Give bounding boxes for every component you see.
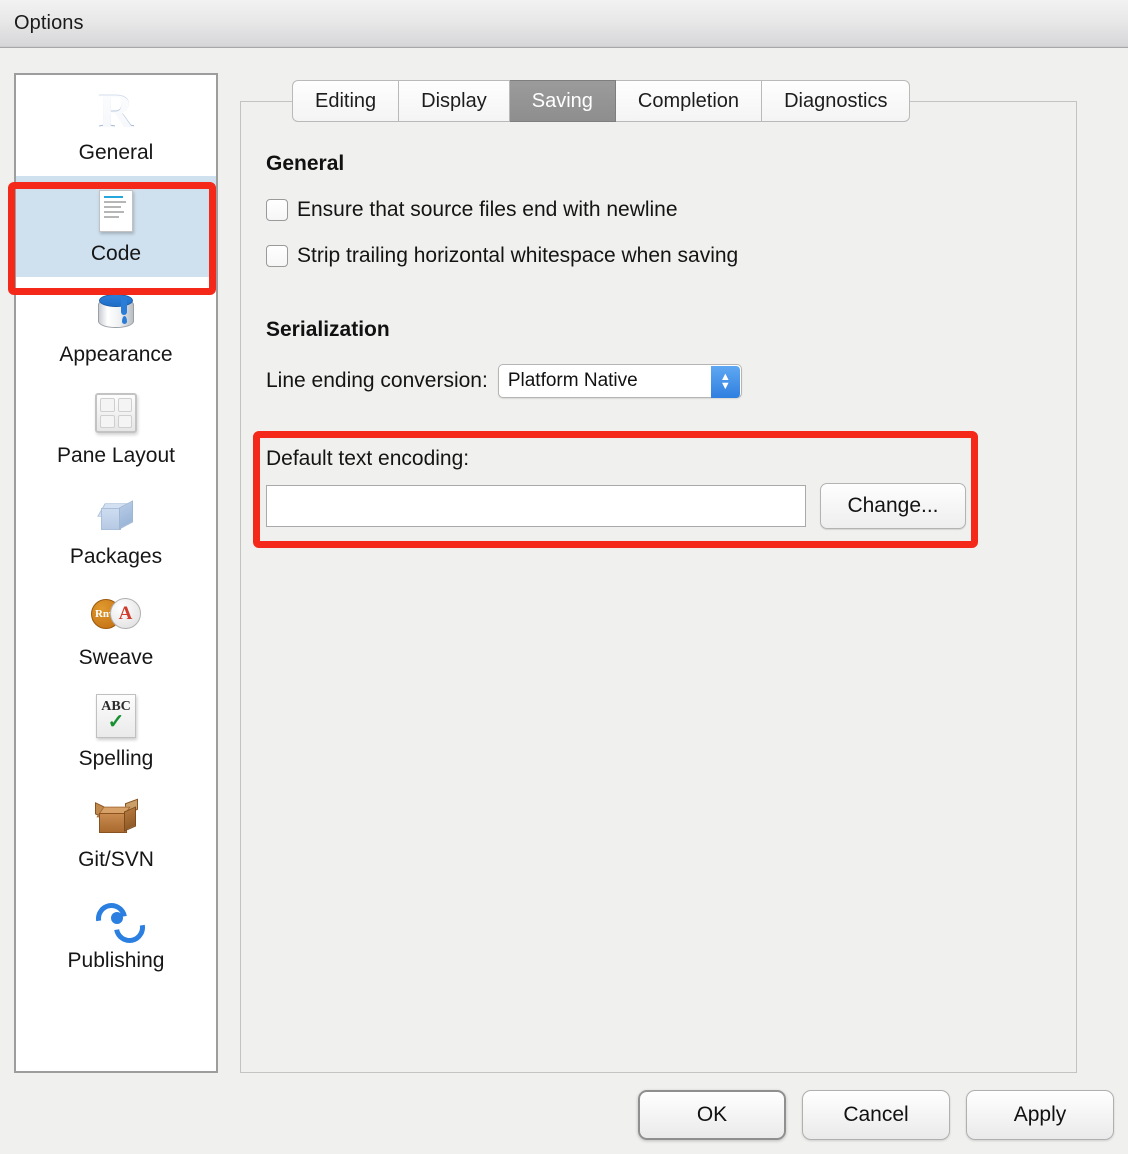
open-box-icon — [87, 788, 145, 846]
check-glyph: ✓ — [97, 712, 135, 732]
sidebar-item-code[interactable]: Code — [16, 176, 216, 277]
sidebar-item-publishing[interactable]: Publishing — [16, 883, 216, 984]
abc-check-icon: ABC ✓ — [87, 687, 145, 745]
sidebar-item-appearance[interactable]: Appearance — [16, 277, 216, 378]
checkbox-label: Ensure that source files end with newlin… — [297, 198, 678, 222]
apply-button[interactable]: Apply — [966, 1090, 1114, 1140]
general-section-heading: General — [266, 152, 1056, 176]
r-logo-icon: R — [87, 81, 145, 139]
pane-grid-icon — [87, 384, 145, 442]
paint-can-icon — [87, 283, 145, 341]
default-encoding-group: Default text encoding: Change... — [266, 447, 966, 529]
sidebar-item-pane-layout[interactable]: Pane Layout — [16, 378, 216, 479]
chevron-updown-icon[interactable]: ▲ ▼ — [711, 366, 740, 398]
publish-node-icon — [87, 889, 145, 947]
dialog-button-bar: OK Cancel Apply — [638, 1090, 1114, 1140]
options-category-sidebar[interactable]: R General Code Appearance Pane Layout Pa… — [14, 73, 218, 1073]
tab-diagnostics[interactable]: Diagnostics — [762, 80, 910, 122]
tab-editing[interactable]: Editing — [292, 80, 399, 122]
default-encoding-label: Default text encoding: — [266, 447, 966, 471]
sidebar-item-label: Git/SVN — [78, 847, 154, 873]
cancel-button[interactable]: Cancel — [802, 1090, 950, 1140]
r-letter-glyph: R — [98, 85, 134, 135]
rnw-pdf-icon: Rnw A — [87, 586, 145, 644]
sidebar-item-packages[interactable]: Packages — [16, 479, 216, 580]
checkbox-label: Strip trailing horizontal whitespace whe… — [297, 244, 738, 268]
tab-saving[interactable]: Saving — [510, 80, 616, 122]
serialization-section-heading: Serialization — [266, 318, 1056, 342]
saving-settings-panel: General Ensure that source files end wit… — [240, 101, 1077, 1073]
sidebar-item-label: Spelling — [79, 746, 154, 772]
chevron-down-icon[interactable]: ▼ — [720, 382, 731, 391]
sidebar-item-sweave[interactable]: Rnw A Sweave — [16, 580, 216, 681]
line-ending-value: Platform Native — [499, 370, 638, 392]
sidebar-item-label: Sweave — [79, 645, 154, 671]
checkbox-strip-whitespace[interactable] — [266, 245, 288, 267]
sidebar-item-label: Packages — [70, 544, 162, 570]
sidebar-item-label: Publishing — [68, 948, 165, 974]
checkbox-row-ensure-newline[interactable]: Ensure that source files end with newlin… — [266, 198, 1056, 222]
sidebar-item-label: Appearance — [59, 342, 172, 368]
sidebar-item-label: Pane Layout — [57, 443, 175, 469]
tab-display[interactable]: Display — [399, 80, 510, 122]
default-encoding-input[interactable] — [266, 485, 806, 527]
line-ending-select[interactable]: Platform Native ▲ ▼ — [498, 364, 742, 398]
tab-completion[interactable]: Completion — [616, 80, 762, 122]
window-titlebar: Options — [0, 0, 1128, 48]
line-ending-row: Line ending conversion: Platform Native … — [266, 364, 1056, 398]
sidebar-item-git-svn[interactable]: Git/SVN — [16, 782, 216, 883]
sidebar-item-label: General — [79, 140, 154, 166]
cube-icon — [87, 485, 145, 543]
line-ending-label: Line ending conversion: — [266, 369, 488, 393]
sidebar-item-spelling[interactable]: ABC ✓ Spelling — [16, 681, 216, 782]
settings-tabstrip[interactable]: Editing Display Saving Completion Diagno… — [292, 80, 910, 122]
checkbox-row-strip-whitespace[interactable]: Strip trailing horizontal whitespace whe… — [266, 244, 1056, 268]
ok-button[interactable]: OK — [638, 1090, 786, 1140]
checkbox-ensure-newline[interactable] — [266, 199, 288, 221]
sidebar-item-general[interactable]: R General — [16, 75, 216, 176]
code-document-icon — [87, 182, 145, 240]
sidebar-item-label: Code — [91, 241, 141, 267]
window-title: Options — [14, 12, 84, 35]
change-encoding-button[interactable]: Change... — [820, 483, 966, 529]
pdf-badge: A — [110, 598, 141, 629]
